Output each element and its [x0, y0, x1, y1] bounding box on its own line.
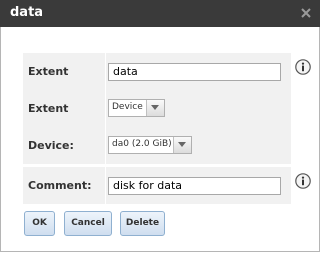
device-label: Device: [23, 127, 105, 164]
comment-row: Comment: [23, 167, 313, 204]
close-icon[interactable] [301, 8, 311, 18]
dialog-titlebar: data [0, 0, 320, 27]
ok-button[interactable]: OK [24, 211, 55, 236]
dialog-title: data [10, 5, 44, 20]
extent-name-row: Extent Name: [23, 53, 313, 115]
info-icon[interactable] [295, 173, 311, 189]
device-select[interactable]: da0 (2.0 GiB) [108, 136, 192, 154]
comment-input[interactable] [108, 177, 281, 195]
delete-button[interactable]: Delete [120, 211, 165, 236]
extent-type-label: Extent Type: [23, 90, 105, 152]
extent-type-row: Extent Type: Device [23, 90, 313, 152]
chevron-down-icon[interactable] [146, 100, 164, 116]
chevron-down-icon[interactable] [173, 137, 191, 153]
comment-value-cell [106, 167, 291, 204]
extent-type-selected: Device [112, 102, 143, 112]
cancel-button[interactable]: Cancel [64, 211, 112, 236]
device-selected: da0 (2.0 GiB) [112, 139, 172, 149]
device-value-cell: da0 (2.0 GiB) [106, 127, 291, 164]
extent-type-value-cell: Device [106, 90, 291, 127]
info-icon[interactable] [295, 59, 311, 75]
comment-label: Comment: [23, 167, 105, 204]
device-row: Device: da0 (2.0 GiB) [23, 127, 313, 164]
extent-name-value-cell [106, 53, 291, 90]
extent-name-label: Extent Name: [23, 53, 105, 115]
extent-type-select[interactable]: Device [108, 99, 165, 117]
extent-name-input[interactable] [108, 63, 281, 81]
